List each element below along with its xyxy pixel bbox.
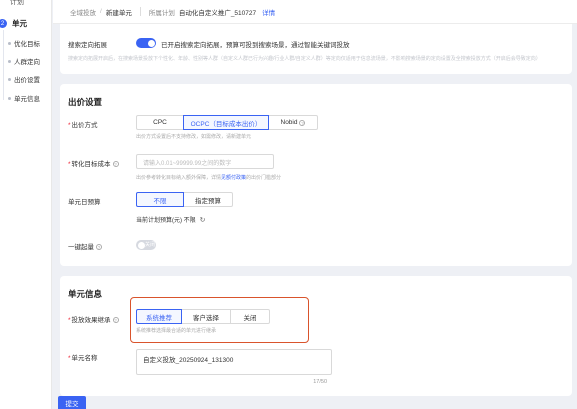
inherit-option-system[interactable]: 系统推荐 bbox=[136, 309, 182, 324]
plan-name: 自动化自定义推广_510727 bbox=[178, 9, 257, 17]
effect-inherit-label: *投放效果继承? bbox=[68, 317, 119, 324]
bid-option-cpc[interactable]: CPC bbox=[136, 115, 184, 130]
sidebar-step-unit-label: 单元 bbox=[12, 19, 27, 28]
one-click-boost-toggle[interactable]: 关闭 bbox=[136, 240, 156, 250]
header-divider bbox=[139, 7, 141, 16]
policy-link[interactable]: 见额付政策 bbox=[221, 175, 246, 181]
plan-detail-link[interactable]: 详情 bbox=[262, 7, 275, 17]
refresh-icon[interactable]: ↻ bbox=[200, 216, 206, 224]
breadcrumb-root[interactable]: 全域投放 bbox=[70, 7, 96, 17]
target-cost-hint: 出价参考转化目标纳入额外保障，详情见额付政策的出价门槛部分 bbox=[136, 175, 282, 181]
sidebar-step-line bbox=[3, 30, 4, 100]
sidebar-item-label: 人群定向 bbox=[14, 59, 40, 66]
sidebar-item-label: 优化目标 bbox=[14, 41, 40, 48]
plan-label: 所属计划 bbox=[148, 9, 175, 17]
target-cost-input[interactable]: 请输入0.01~99999.99之间的数字 bbox=[136, 154, 274, 169]
sidebar-item-optimize-goal[interactable]: 优化目标 bbox=[8, 38, 40, 48]
breadcrumb: 全域投放 / 新建单元 所属计划 自动化自定义推广_510727 详情 bbox=[53, 0, 577, 24]
search-extension-text: 已开启搜索定向拓展，预算可投到搜索场景，通过智能关键词投放 bbox=[161, 42, 350, 49]
step-number-badge: 2 bbox=[0, 19, 7, 28]
unit-info-section-title: 单元信息 bbox=[68, 289, 103, 299]
unit-name-input[interactable]: 自定义投放_20250924_131300 17/50 bbox=[136, 349, 332, 385]
search-extension-card: 搜索定向拓展 已开启搜索定向拓展，预算可投到搜索场景，通过智能关键词投放 搜索定… bbox=[60, 24, 572, 74]
budget-option-specified[interactable]: 指定预算 bbox=[183, 192, 233, 207]
breadcrumb-current: 新建单元 bbox=[105, 9, 132, 17]
daily-budget-selector: 不限 指定预算 bbox=[136, 192, 233, 207]
target-cost-label: *转化目标成本? bbox=[68, 161, 119, 168]
toggle-knob bbox=[137, 241, 145, 249]
bid-settings-card: 出价设置 *出价方式 CPC OCPC（目标成本出价） Nobid? 出价方式设… bbox=[60, 84, 572, 266]
sidebar: 计划 2 单元 优化目标 人群定向 出价设置 单元信息 bbox=[0, 0, 52, 409]
bid-method-hint: 出价方式设置后不支持修改，如需修改，请新建单元 bbox=[136, 134, 252, 140]
bid-option-nobid[interactable]: Nobid? bbox=[268, 115, 318, 130]
sidebar-item-label: 出价设置 bbox=[14, 77, 40, 84]
help-icon: ? bbox=[96, 244, 102, 251]
current-plan-budget: 当前计划预算(元) 不限 ↻ bbox=[136, 216, 206, 224]
bid-method-label: *出价方式 bbox=[68, 122, 98, 129]
bid-method-selector: CPC OCPC（目标成本出价） Nobid? bbox=[136, 115, 318, 130]
help-icon: ? bbox=[112, 317, 119, 324]
search-extension-label: 搜索定向拓展 bbox=[68, 42, 107, 49]
sidebar-item-label: 单元信息 bbox=[14, 96, 40, 103]
toggle-knob bbox=[147, 39, 155, 47]
search-extension-toggle[interactable] bbox=[136, 38, 156, 48]
dot-icon bbox=[8, 41, 11, 45]
sidebar-item-bid[interactable]: 出价设置 bbox=[8, 74, 40, 84]
dot-icon bbox=[8, 59, 11, 63]
budget-option-unlimited[interactable]: 不限 bbox=[136, 192, 184, 207]
sidebar-top-label: 计划 bbox=[10, 0, 24, 6]
sidebar-item-audience[interactable]: 人群定向 bbox=[8, 56, 40, 66]
search-extension-hint: 搜索定向拓展开启后，在搜索场景投放下个性化、年龄、性别等人群（自定义人群已行为兴… bbox=[68, 56, 541, 62]
help-icon: ? bbox=[299, 119, 306, 126]
unit-name-label: *单元名称 bbox=[68, 355, 98, 362]
daily-budget-label: 单元日预算 bbox=[68, 199, 101, 206]
dot-icon bbox=[8, 77, 11, 81]
bid-option-ocpc[interactable]: OCPC（目标成本出价） bbox=[183, 115, 269, 130]
breadcrumb-separator: / bbox=[100, 8, 102, 15]
dot-icon bbox=[8, 96, 11, 100]
unit-name-char-count: 17/50 bbox=[313, 379, 327, 385]
sidebar-step-unit[interactable]: 2 单元 bbox=[0, 18, 27, 29]
one-click-boost-label: 一键起量? bbox=[68, 244, 102, 251]
help-icon: ? bbox=[112, 161, 119, 168]
unit-name-value: 自定义投放_20250924_131300 bbox=[143, 357, 234, 364]
sidebar-item-unit-info[interactable]: 单元信息 bbox=[8, 93, 40, 103]
bid-section-title: 出价设置 bbox=[68, 97, 103, 107]
toggle-off-text: 关闭 bbox=[145, 242, 156, 248]
submit-button[interactable]: 提交 bbox=[58, 396, 86, 409]
